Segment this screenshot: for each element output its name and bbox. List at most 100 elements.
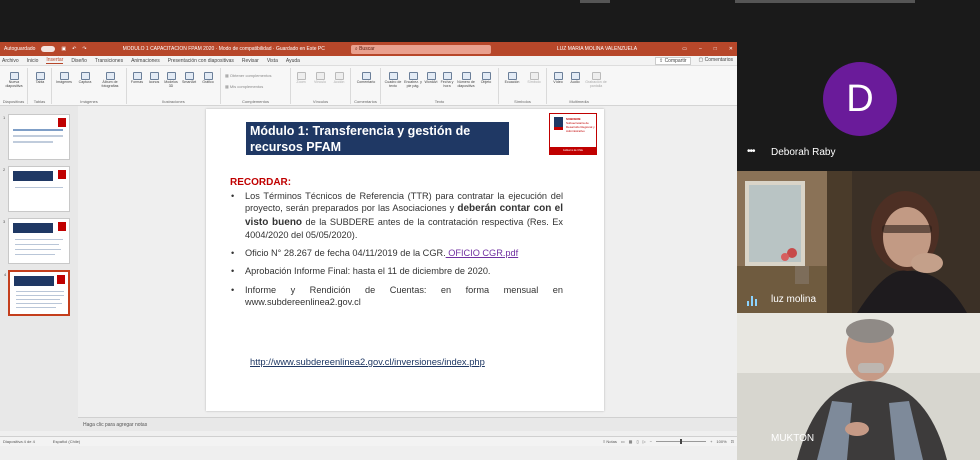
textbox-button[interactable]: Cuadro de texto: [384, 72, 402, 89]
menu-insertar[interactable]: Insertar: [46, 57, 64, 64]
zoom-level[interactable]: 100%: [716, 439, 726, 444]
menu-vista[interactable]: Vista: [267, 58, 278, 64]
ribbon-btn-label: SmartArt: [182, 80, 197, 84]
thumbnail-title: [13, 171, 53, 181]
slide-number-button[interactable]: Número de diapositiva: [456, 72, 476, 89]
screenshot-icon: [80, 72, 90, 80]
bullet-oficio: Oficio N° 28.267 de fecha 04/11/2019 de …: [230, 247, 563, 260]
participant-tile[interactable]: D ••• Deborah Raby: [737, 28, 980, 171]
ribbon-group-label: Complementos: [242, 99, 269, 104]
date-time-button[interactable]: Fecha y hora: [440, 72, 454, 89]
screenshot-button[interactable]: Captura: [76, 72, 94, 85]
menu-transiciones[interactable]: Transiciones: [95, 58, 123, 64]
redo-icon[interactable]: ↷: [82, 46, 86, 52]
undo-icon[interactable]: ↶: [72, 46, 76, 52]
menu-diseno[interactable]: Diseño: [71, 58, 87, 64]
action-button[interactable]: Acción: [332, 72, 346, 85]
save-icon[interactable]: ▣: [61, 46, 66, 52]
my-addins-button[interactable]: ▦ Mis complementos: [225, 84, 263, 89]
comment-button[interactable]: Comentario: [354, 72, 378, 85]
icons-button[interactable]: Iconos: [147, 72, 161, 85]
zoom-slider[interactable]: [656, 439, 707, 444]
object-button[interactable]: Objeto: [479, 72, 493, 85]
slide-thumbnail[interactable]: 2: [3, 166, 70, 212]
audio-button[interactable]: Audio: [568, 72, 582, 85]
video-button[interactable]: Vídeo: [551, 72, 565, 85]
table-button[interactable]: Tabla: [33, 72, 47, 85]
slide-thumbnail[interactable]: 1: [3, 114, 70, 160]
get-addins-button[interactable]: ▦ Obtener complementos: [225, 73, 271, 78]
screen-recording-button[interactable]: Grabación de pantalla: [585, 72, 607, 89]
ribbon-btn-label: Encabez. y pie pág.: [404, 80, 422, 88]
ribbon-group-label: Texto: [434, 99, 445, 104]
user-name[interactable]: LUZ MARIA MOLINA VALENZUELA: [557, 46, 637, 52]
symbol-button[interactable]: Símbolo: [525, 72, 543, 85]
equation-button[interactable]: Ecuación: [503, 72, 521, 85]
menu-presentacion[interactable]: Presentación con diapositivas: [168, 58, 234, 64]
sorter-view-icon[interactable]: ▦: [629, 439, 633, 444]
normal-view-icon[interactable]: ▭: [621, 439, 625, 444]
slide-title[interactable]: Módulo 1: Transferencia y gestión de rec…: [246, 122, 509, 155]
menu-ayuda[interactable]: Ayuda: [286, 58, 300, 64]
wordart-button[interactable]: WordArt: [424, 72, 438, 85]
images-button[interactable]: Imágenes: [55, 72, 73, 85]
slideshow-icon[interactable]: ▷: [643, 439, 646, 444]
calendar-icon: [442, 72, 452, 80]
zoom-insert-button[interactable]: Zoom: [294, 72, 308, 85]
shapes-button[interactable]: Formas: [130, 72, 144, 85]
fit-slide-icon[interactable]: ⊡: [731, 439, 734, 444]
oficio-pdf-link[interactable]: OFICIO CGR.pdf: [446, 248, 518, 258]
ribbon-btn-label: Grabación de pantalla: [585, 80, 607, 88]
menu-revisar[interactable]: Revisar: [242, 58, 259, 64]
menu-animaciones[interactable]: Animaciones: [131, 58, 160, 64]
slide-canvas[interactable]: Módulo 1: Transferencia y gestión de rec…: [206, 109, 604, 411]
participant-tile[interactable]: luz molina: [737, 171, 980, 313]
new-slide-icon: [9, 72, 19, 80]
thumbnail-line: [16, 307, 56, 308]
language-indicator[interactable]: Español (Chile): [53, 439, 80, 444]
header-footer-icon: [408, 72, 418, 80]
notes-pane[interactable]: Haga clic para agregar notas: [78, 417, 737, 431]
menu-inicio[interactable]: Inicio: [27, 58, 39, 64]
slide-thumbnail-selected[interactable]: 4: [4, 270, 70, 316]
bullet-list: Los Términos Técnicos de Referencia (TTR…: [230, 190, 563, 314]
autosave-label: Autoguardado: [4, 46, 36, 52]
zoom-out-icon[interactable]: −: [650, 439, 652, 444]
logo-text: SUBDERE Subsecretaría de Desarrollo Regio…: [566, 117, 596, 133]
comments-label: Comentarios: [704, 56, 733, 63]
comment-icon: [361, 72, 371, 80]
reading-view-icon[interactable]: ▯: [636, 439, 638, 444]
autosave-toggle[interactable]: [41, 46, 56, 52]
notes-button[interactable]: ≡ Notas: [603, 439, 617, 444]
comments-button[interactable]: ▢ Comentarios: [699, 57, 733, 65]
subdere-url-link[interactable]: http://www.subdereenlinea2.gov.cl/invers…: [250, 356, 485, 367]
ribbon-btn-label: Iconos: [148, 80, 160, 84]
menu-archivo[interactable]: Archivo: [2, 58, 19, 64]
maximize-icon[interactable]: □: [714, 46, 717, 52]
ribbon-group-complementos: ▦ Obtener complementos ▦ Mis complemento…: [221, 68, 291, 104]
header-footer-button[interactable]: Encabez. y pie pág.: [403, 72, 423, 89]
ribbon-btn-label: Imágenes: [56, 80, 72, 84]
subdere-logo: SUBDERE Subsecretaría de Desarrollo Regio…: [549, 113, 597, 155]
ribbon-group-label: Diapositivas: [2, 99, 25, 104]
link-button[interactable]: Vínculo: [313, 72, 327, 85]
smartart-button[interactable]: SmartArt: [182, 72, 196, 85]
share-button[interactable]: ⇪ Compartir: [654, 56, 691, 65]
minimize-icon[interactable]: –: [699, 46, 702, 52]
ribbon-btn-label: Zoom: [296, 80, 306, 84]
search-box[interactable]: ⌕ Buscar: [350, 44, 491, 54]
omega-icon: [529, 72, 539, 80]
3d-models-button[interactable]: Modelos 3D: [164, 72, 178, 89]
close-icon[interactable]: ✕: [729, 46, 733, 52]
thumbnail-bar: [13, 129, 63, 131]
photo-album-button[interactable]: Álbum de fotografías: [97, 72, 123, 89]
more-options-icon[interactable]: •••: [747, 146, 755, 157]
participant-tile[interactable]: MUKTON: [737, 313, 980, 460]
zoom-in-icon[interactable]: +: [710, 439, 712, 444]
new-slide-button[interactable]: Nueva diapositiva: [4, 72, 24, 89]
ribbon-display-icon[interactable]: ▭: [682, 46, 687, 52]
picture-icon: [59, 72, 69, 80]
ribbon-btn-label: Vínculo: [314, 80, 326, 84]
slide-thumbnail[interactable]: 3: [3, 218, 70, 264]
chart-button[interactable]: Gráfico: [201, 72, 215, 85]
